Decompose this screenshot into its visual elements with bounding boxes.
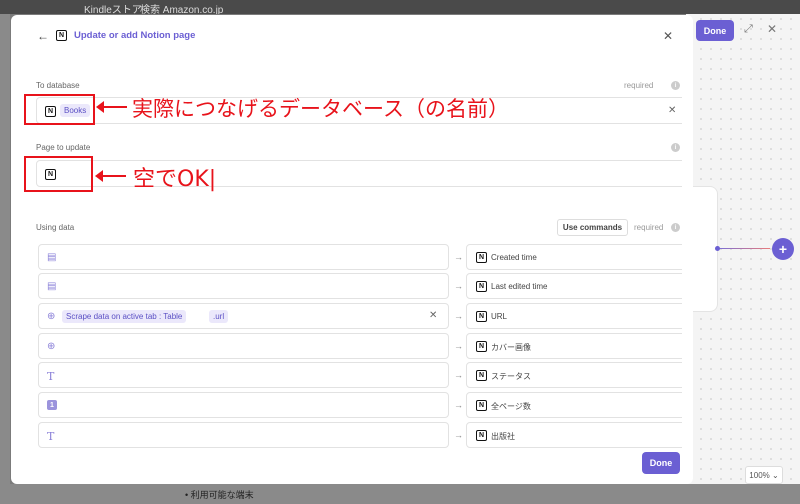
data-source-field[interactable]: T (38, 422, 449, 448)
required-label: required (634, 223, 664, 232)
info-icon[interactable]: i (671, 223, 680, 232)
notion-logo-icon: N (476, 341, 487, 352)
property-name: Last edited time (491, 282, 548, 291)
scrape-data-chip[interactable]: Scrape data on active tab : Table (62, 310, 187, 323)
connector-line (718, 248, 770, 249)
notion-property-field[interactable]: N URL (466, 303, 682, 329)
canvas-done-button[interactable]: Done (696, 20, 734, 41)
data-source-field[interactable]: T (38, 362, 449, 388)
data-source-field[interactable]: ⊕ (38, 333, 449, 359)
close-icon[interactable]: ✕ (767, 22, 777, 36)
connector-dot (715, 246, 720, 251)
notion-logo-icon: N (476, 311, 487, 322)
annotation-box-page (24, 156, 93, 192)
plus-icon[interactable]: + (772, 238, 794, 260)
clear-database-icon[interactable]: ✕ (668, 105, 676, 116)
arrow-icon: → (454, 281, 463, 291)
annotation-database-note: 実際につなげるデータベース（の名前） (132, 97, 509, 121)
globe-icon: ⊕ (47, 341, 56, 352)
notion-logo-icon: N (476, 370, 487, 381)
arrow-icon: → (454, 370, 463, 380)
number-icon: 1 (47, 400, 57, 410)
page-to-update-label: Page to update (36, 143, 91, 152)
notion-logo-icon: N (476, 400, 487, 411)
use-commands-button[interactable]: Use commands (557, 219, 628, 236)
done-button[interactable]: Done (642, 452, 680, 474)
dialog-title: Update or add Notion page (74, 30, 196, 41)
property-name: URL (491, 312, 508, 321)
clear-source-icon[interactable]: ✕ (429, 310, 437, 321)
background-left-edge (0, 14, 10, 504)
to-database-label: To database (36, 81, 80, 90)
zoom-select[interactable]: 100% ⌄ (745, 466, 783, 484)
expand-icon[interactable]: ⤢ (744, 23, 753, 36)
background-toolbar: Kindleストア 検索 Amazon.co.jp (0, 0, 800, 14)
arrow-icon: → (454, 430, 463, 440)
notion-property-field[interactable]: N Created time (466, 244, 682, 270)
notion-property-field[interactable]: N 出版社 (466, 422, 682, 448)
dialog-close-icon[interactable]: ✕ (663, 29, 673, 43)
background-bottom-text: • 利用可能な端末 (185, 490, 254, 500)
required-label: required (624, 81, 654, 90)
property-name: Created time (491, 253, 537, 262)
property-name: カバー画像 (491, 343, 531, 352)
arrow-icon: → (454, 252, 463, 262)
property-name: 全ページ数 (491, 402, 531, 411)
url-key-chip[interactable]: .url (209, 310, 229, 323)
notion-logo-icon: N (56, 30, 67, 41)
arrow-icon: → (454, 341, 463, 351)
annotation-arrow-page (95, 170, 126, 182)
info-icon[interactable]: i (671, 81, 680, 90)
property-name: 出版社 (491, 432, 515, 441)
annotation-box-database (24, 94, 95, 125)
notion-property-field[interactable]: N カバー画像 (466, 333, 682, 359)
dialog-header: ← N Update or add Notion page ✕ (11, 15, 693, 57)
using-data-label: Using data (36, 223, 75, 232)
notion-update-dialog: ← N Update or add Notion page ✕ To datab… (11, 15, 693, 484)
data-source-field[interactable]: 1 (38, 392, 449, 418)
background-search-label: 検索 Amazon.co.jp (140, 5, 224, 14)
annotation-page-note: 空でOK| (133, 167, 217, 192)
calendar-icon: ▤ (47, 281, 57, 292)
info-icon[interactable]: i (671, 143, 680, 152)
notion-property-field[interactable]: N ステータス (466, 362, 682, 388)
back-arrow-icon[interactable]: ← (37, 29, 49, 43)
data-source-field[interactable]: ▤ (38, 244, 449, 270)
arrow-icon: → (454, 400, 463, 410)
notion-property-field[interactable]: N 全ページ数 (466, 392, 682, 418)
annotation-arrow-database (96, 101, 127, 113)
text-icon: T (47, 370, 55, 383)
notion-logo-icon: N (476, 252, 487, 263)
data-source-field[interactable]: ⊕ Scrape data on active tab : Table .url… (38, 303, 449, 329)
arrow-icon: → (454, 311, 463, 321)
data-source-field[interactable]: ▤ (38, 273, 449, 299)
calendar-icon: ▤ (47, 252, 57, 263)
notion-property-field[interactable]: N Last edited time (466, 273, 682, 299)
globe-icon: ⊕ (47, 311, 56, 322)
dialog-footer: Done (11, 449, 693, 484)
notion-logo-icon: N (476, 281, 487, 292)
background-bottom-edge (0, 484, 800, 504)
text-icon: T (47, 430, 55, 443)
background-store-label: Kindleストア (84, 5, 142, 14)
notion-logo-icon: N (476, 430, 487, 441)
property-name: ステータス (491, 372, 531, 381)
